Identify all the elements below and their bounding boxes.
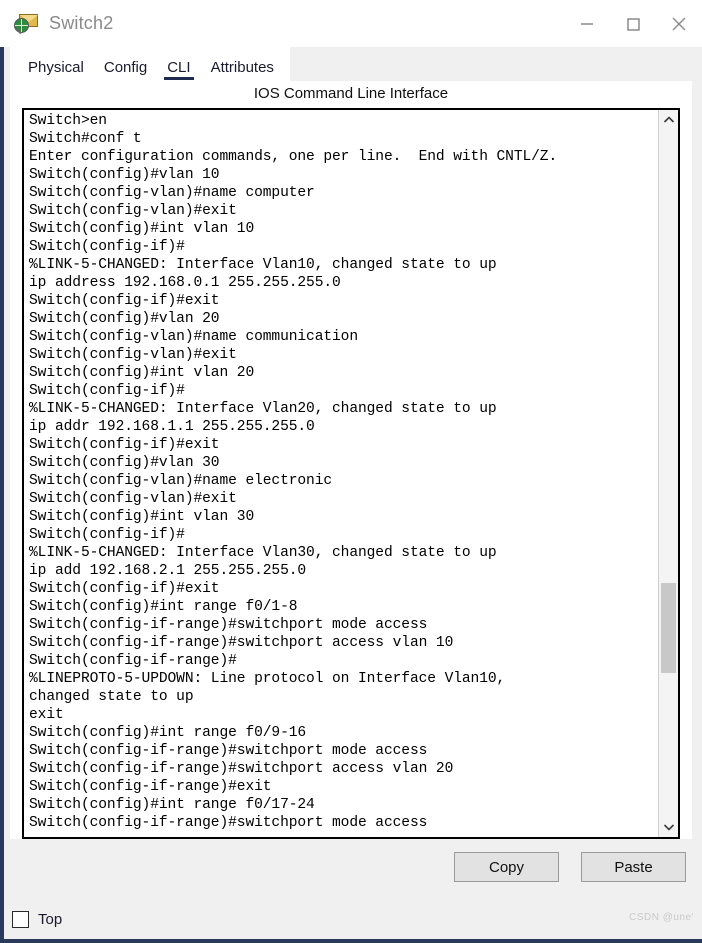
terminal-line: Switch>en [29, 113, 107, 129]
terminal-line: Switch(config-vlan)#exit [29, 203, 237, 219]
terminal-line: Switch(config)#int range f0/9-16 [29, 725, 307, 741]
switch-device-icon [14, 11, 40, 37]
copy-button[interactable]: Copy [454, 852, 559, 882]
close-icon[interactable] [656, 0, 702, 47]
terminal-line: Switch(config)#vlan 10 [29, 167, 220, 183]
cli-action-buttons: Copy Paste [0, 839, 702, 895]
tab-cli[interactable]: CLI [157, 57, 200, 81]
terminal-line: Switch(config-vlan)#exit [29, 347, 237, 363]
terminal-line: changed state to up [29, 689, 194, 705]
window-title: Switch2 [49, 13, 114, 33]
scrollbar-track[interactable] [659, 130, 678, 817]
window-bottom-accent [0, 939, 702, 943]
terminal-line: Switch(config-if-range)#exit [29, 779, 272, 795]
terminal-line: Switch(config-if-range)#switchport mode … [29, 617, 428, 633]
cli-panel: IOS Command Line Interface Switch>en Swit… [10, 81, 692, 839]
chevron-down-icon[interactable] [659, 817, 678, 837]
terminal-line: %LINK-5-CHANGED: Interface Vlan10, chang… [29, 257, 497, 273]
terminal-scrollbar[interactable] [658, 110, 680, 837]
window-left-accent [0, 0, 4, 943]
terminal-container: Switch>en Switch#conf t Enter configuratio… [22, 108, 680, 839]
terminal-line: Switch(config)#int range f0/17-24 [29, 797, 315, 813]
terminal-line: %LINEPROTO-5-UPDOWN: Line protocol on In… [29, 671, 506, 687]
window-bottom-bar: Top CSDN @une' [0, 895, 702, 943]
top-checkbox[interactable] [12, 910, 29, 928]
terminal-line: Switch#conf t [29, 131, 142, 147]
terminal-line: Switch(config)#int vlan 30 [29, 509, 255, 525]
top-checkbox-label: Top [38, 910, 63, 928]
tab-attributes[interactable]: Attributes [201, 57, 284, 81]
terminal-line: Switch(config-if-range)#switchport mode … [29, 743, 428, 759]
top-checkbox-row[interactable]: Top [12, 910, 63, 928]
window-controls [564, 0, 702, 47]
paste-button[interactable]: Paste [581, 852, 686, 882]
terminal-line: Enter configuration commands, one per li… [29, 149, 558, 165]
chevron-up-icon[interactable] [659, 110, 678, 130]
terminal-line: %LINK-5-CHANGED: Interface Vlan20, chang… [29, 401, 497, 417]
terminal-line: Switch(config)#int vlan 20 [29, 365, 255, 381]
terminal-line: ip add 192.168.2.1 255.255.255.0 [29, 563, 307, 579]
window-titlebar: Switch2 [0, 0, 702, 47]
terminal-line: Switch(config-vlan)#exit [29, 491, 237, 507]
terminal-line: Switch(config-if-range)#switchport acces… [29, 635, 454, 651]
terminal-line: Switch(config-if)#exit [29, 437, 220, 453]
terminal-line: ip addr 192.168.1.1 255.255.255.0 [29, 419, 315, 435]
terminal-output[interactable]: Switch>en Switch#conf t Enter configuratio… [24, 110, 658, 837]
maximize-icon[interactable] [610, 0, 656, 47]
tab-config[interactable]: Config [94, 57, 157, 81]
cli-header-title: IOS Command Line Interface [253, 85, 449, 102]
terminal-line: Switch(config-vlan)#name computer [29, 185, 315, 201]
terminal-line: Switch(config)#int range f0/1-8 [29, 599, 298, 615]
terminal-line: ip address 192.168.0.1 255.255.255.0 [29, 275, 341, 291]
terminal-line: Switch(config-if-range)# [29, 653, 237, 669]
terminal-line: Switch(config-if)#exit [29, 293, 220, 309]
watermark: CSDN @une' [629, 912, 694, 923]
scrollbar-thumb[interactable] [661, 583, 676, 673]
tab-physical[interactable]: Physical [18, 57, 94, 81]
terminal-line: Switch(config)#vlan 30 [29, 455, 220, 471]
minimize-icon[interactable] [564, 0, 610, 47]
terminal-line: Switch(config-vlan)#name communication [29, 329, 358, 345]
terminal-line: Switch(config)#vlan 20 [29, 311, 220, 327]
terminal-line: Switch(config-if)# [29, 527, 185, 543]
terminal-line: %LINK-5-CHANGED: Interface Vlan30, chang… [29, 545, 497, 561]
terminal-line: Switch(config-if-range)#switchport acces… [29, 761, 454, 777]
terminal-line: exit [29, 707, 64, 723]
terminal-line: Switch(config)#int vlan 10 [29, 221, 255, 237]
terminal-line: Switch(config-if)# [29, 239, 185, 255]
terminal-line: Switch(config-if-range)#switchport mode … [29, 815, 428, 831]
terminal-line: Switch(config-if)# [29, 383, 185, 399]
terminal-line: Switch(config-if)#exit [29, 581, 220, 597]
device-config-window: Switch2 Physical Config CLI Attributes I… [0, 0, 702, 943]
tab-strip: Physical Config CLI Attributes [0, 47, 702, 81]
terminal-line: Switch(config-vlan)#name electronic [29, 473, 333, 489]
